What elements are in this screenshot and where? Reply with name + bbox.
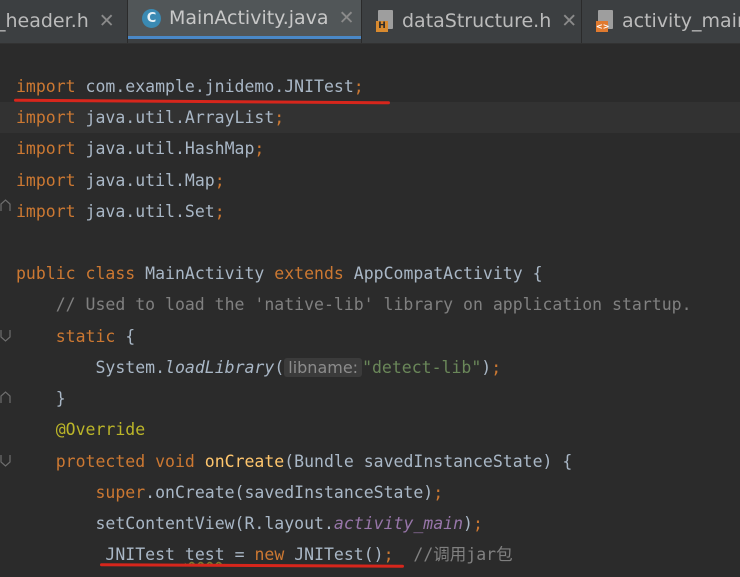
- type-name: JNITest: [105, 545, 185, 564]
- close-icon[interactable]: ✕: [339, 7, 355, 29]
- tab-label: _header.h: [0, 10, 89, 32]
- comment: // Used to load the 'native-lib' library…: [16, 295, 692, 314]
- code-line[interactable]: import com.example.jnidemo.JNITest;: [0, 71, 740, 102]
- parameter-hint: libname:: [284, 358, 363, 377]
- code-line[interactable]: }: [0, 383, 740, 414]
- paren: ): [481, 358, 492, 377]
- code-line[interactable]: System.loadLibrary(libname: "detect-lib")…: [0, 352, 740, 383]
- keyword: super: [95, 483, 146, 502]
- code-line-partial: [0, 570, 740, 577]
- semicolon: ;: [491, 358, 502, 377]
- keyword: import: [16, 108, 76, 127]
- class-ref: System.: [95, 358, 166, 377]
- tab-mainactivity-java[interactable]: C MainActivity.java ✕: [128, 0, 361, 39]
- keyword: extends: [274, 264, 344, 283]
- semicolon: ;: [353, 77, 364, 96]
- code-line-current[interactable]: import java.util.ArrayList;: [0, 102, 740, 133]
- method-signature: (Bundle savedInstanceState) {: [284, 452, 573, 471]
- keyword: import: [16, 139, 76, 158]
- superclass: AppCompatActivity {: [343, 264, 543, 283]
- editor-tab-bar: _header.h ✕ C MainActivity.java ✕ H data…: [0, 0, 740, 44]
- tab-label: dataStructure.h: [402, 10, 552, 32]
- code-line[interactable]: setContentView(R.layout.activity_main);: [0, 508, 740, 539]
- class-name: MainActivity: [135, 264, 275, 283]
- annotation: @Override: [55, 420, 146, 439]
- keyword: import: [16, 77, 76, 96]
- keyword: new: [254, 545, 285, 564]
- call: setContentView(R.layout.: [95, 514, 334, 533]
- import-path: com.example.jnidemo.JNITest: [75, 77, 354, 96]
- paren: (: [274, 358, 285, 377]
- code-line[interactable]: @Override: [0, 414, 740, 445]
- code-line[interactable]: static {: [0, 321, 740, 352]
- keyword: public class: [16, 264, 136, 283]
- unused-variable: test: [184, 545, 225, 564]
- string-literal: "detect-lib": [362, 358, 482, 377]
- import-path: java.util.HashMap: [75, 139, 255, 158]
- import-path: java.util.Map: [75, 171, 215, 190]
- semicolon: ;: [214, 171, 225, 190]
- tab-activity-main[interactable]: <> activity_main: [582, 0, 740, 42]
- code-line[interactable]: import java.util.Map;: [0, 165, 740, 196]
- keyword: import: [16, 171, 76, 190]
- operator: =: [224, 545, 255, 564]
- semicolon: ;: [433, 483, 444, 502]
- code-line[interactable]: super.onCreate(savedInstanceState);: [0, 477, 740, 508]
- comment: //调用jar包: [393, 545, 513, 564]
- semicolon: ;: [472, 514, 483, 533]
- tab-label: activity_main: [622, 10, 740, 32]
- tab-header-h[interactable]: _header.h ✕: [0, 0, 124, 42]
- header-badge: H: [376, 21, 388, 32]
- tab-datastructure-h[interactable]: H dataStructure.h ✕: [362, 0, 581, 42]
- code-line[interactable]: import java.util.HashMap;: [0, 133, 740, 164]
- semicolon: ;: [383, 545, 394, 564]
- close-icon[interactable]: ✕: [99, 10, 115, 32]
- code-line[interactable]: import java.util.Set;: [0, 196, 740, 227]
- tab-label: MainActivity.java: [169, 7, 329, 29]
- field-ref: activity_main: [333, 514, 464, 533]
- code-line[interactable]: // Used to load the 'native-lib' library…: [0, 289, 740, 320]
- import-path: java.util.Set: [75, 202, 215, 221]
- keyword: protected void: [55, 452, 195, 471]
- code-line[interactable]: public class MainActivity extends AppCom…: [0, 258, 740, 289]
- method-name: onCreate: [204, 452, 285, 471]
- call: .onCreate(savedInstanceState): [145, 483, 434, 502]
- paren: ): [463, 514, 473, 533]
- keyword: import: [16, 202, 76, 221]
- import-path: java.util.ArrayList: [75, 108, 275, 127]
- constructor-call: JNITest(): [284, 545, 384, 564]
- code-editor[interactable]: import com.example.jnidemo.JNITest; impo…: [0, 44, 740, 577]
- brace: {: [115, 327, 136, 346]
- keyword: static: [55, 327, 116, 346]
- header-file-icon: H: [376, 10, 396, 32]
- xml-layout-icon: <>: [596, 10, 616, 32]
- static-method: loadLibrary: [165, 358, 275, 377]
- code-line[interactable]: protected void onCreate(Bundle savedInst…: [0, 446, 740, 477]
- semicolon: ;: [214, 202, 225, 221]
- semicolon: ;: [274, 108, 285, 127]
- semicolon: ;: [254, 139, 265, 158]
- xml-badge: <>: [596, 21, 610, 32]
- brace: }: [16, 389, 66, 408]
- java-class-icon: C: [142, 8, 161, 28]
- close-icon[interactable]: ✕: [561, 10, 577, 32]
